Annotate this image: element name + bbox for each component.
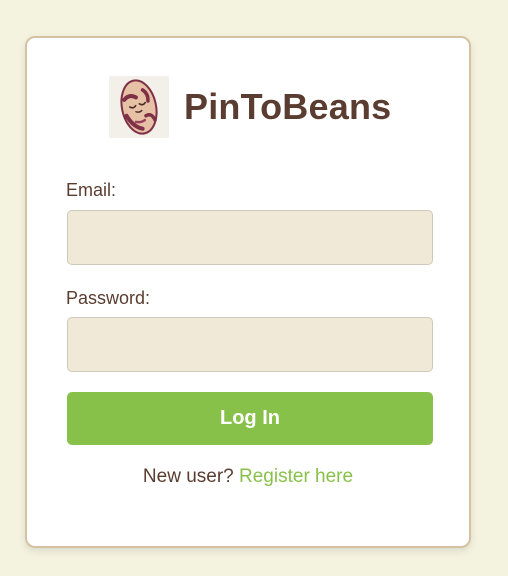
brand-name: PinToBeans [184,86,392,127]
register-prompt: New user? Register here [27,466,469,488]
email-field[interactable] [67,210,433,265]
new-user-text: New user? [142,466,234,487]
login-button[interactable]: Log In [67,392,433,445]
register-link[interactable]: Register here [239,466,353,487]
bean-mascot-icon [109,76,169,138]
login-card: PinToBeans Email: Password: Log In New u… [25,36,471,548]
brand-header: PinToBeans [109,76,391,138]
password-label: Password: [66,288,151,308]
password-field[interactable] [67,317,433,372]
email-label: Email: [66,180,117,200]
